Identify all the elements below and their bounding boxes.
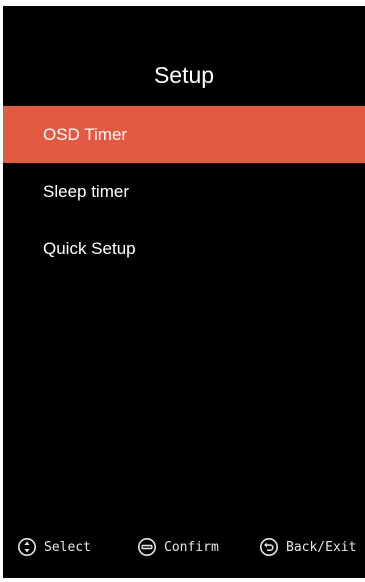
hint-bar: Select Confirm Back/Exit [3,536,365,558]
hint-label: Select [44,539,91,555]
hint-label: Back/Exit [286,539,357,555]
tv-screen: Setup OSD Timer Sleep timer Quick Setup … [3,6,365,578]
hint-label: Confirm [164,539,219,555]
page-title: Setup [153,62,215,88]
navigate-icon [18,538,36,556]
menu-item-osd-timer[interactable]: OSD Timer [3,106,365,163]
hint-back: Back/Exit [259,536,356,558]
hint-confirm: Confirm [137,536,219,558]
menu-item-sleep-timer[interactable]: Sleep timer [3,163,365,220]
hint-select: Select [17,536,91,558]
setup-menu: OSD Timer Sleep timer Quick Setup [3,106,365,277]
back-icon [260,538,278,556]
enter-icon [138,538,156,556]
menu-item-quick-setup[interactable]: Quick Setup [3,220,365,277]
